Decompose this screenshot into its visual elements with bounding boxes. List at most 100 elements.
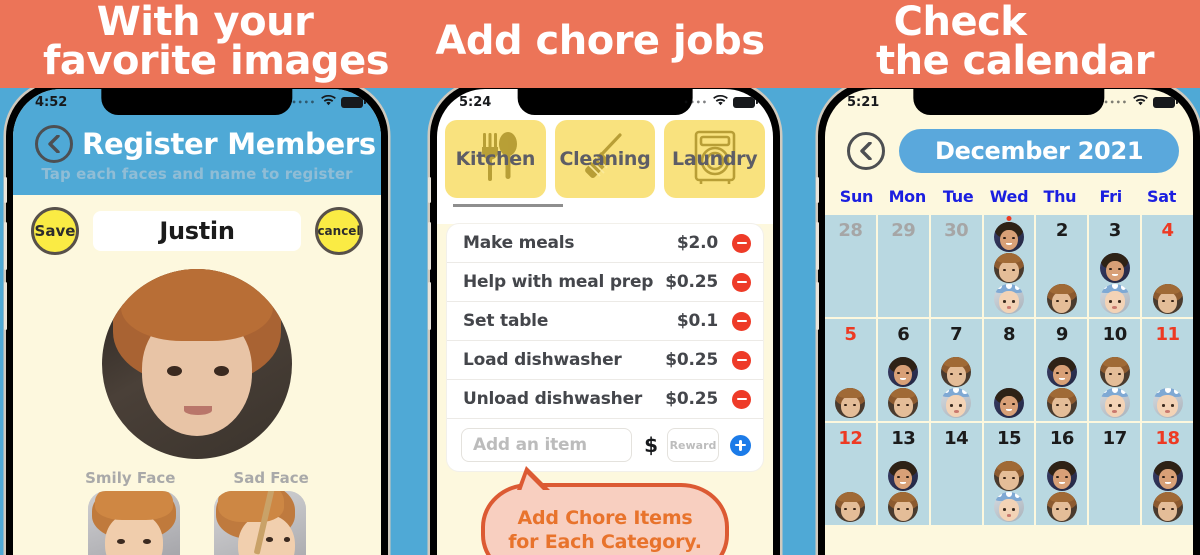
remove-chore-icon[interactable] xyxy=(732,350,751,370)
chore-row[interactable]: Unload dishwasher $0.25 xyxy=(447,380,763,419)
volume-down-button[interactable] xyxy=(4,282,7,330)
category-tab-kitchen[interactable]: Kitchen xyxy=(445,120,563,207)
cancel-button[interactable]: cancel xyxy=(315,207,363,255)
avatar-mom[interactable] xyxy=(993,222,1024,252)
volume-up-button-3[interactable] xyxy=(816,222,819,270)
day-avatars xyxy=(984,222,1035,314)
add-item-input[interactable]: Add an item xyxy=(461,428,633,462)
chore-row[interactable]: Help with meal prep $0.25 xyxy=(447,263,763,302)
chore-row[interactable]: Set table $0.1 xyxy=(447,302,763,341)
avatar-boy[interactable] xyxy=(835,492,866,522)
weekday-fri: Fri xyxy=(1099,187,1123,206)
calendar-day-cell[interactable]: 28 xyxy=(825,215,876,317)
thumbnail-smily-face[interactable] xyxy=(88,491,180,555)
day-avatars xyxy=(825,388,876,418)
avatar-boy[interactable] xyxy=(1152,284,1183,314)
status-time: 4:52 xyxy=(35,94,68,110)
category-label-kitchen: Kitchen xyxy=(455,148,536,170)
volume-up-button[interactable] xyxy=(4,222,7,270)
add-chore-button[interactable] xyxy=(730,434,751,456)
avatar-boy[interactable] xyxy=(1099,357,1130,387)
avatar-boy[interactable] xyxy=(941,357,972,387)
phone2-screen: 5:24 •••• Kitchen Cleaning Laundry Make … xyxy=(437,89,773,555)
avatar-baby[interactable] xyxy=(993,284,1024,314)
calendar-day-cell[interactable]: 29 xyxy=(877,215,929,317)
calendar-day-cell[interactable]: 8 xyxy=(983,319,1035,421)
calendar-day-cell[interactable]: 15 xyxy=(983,423,1035,525)
calendar-day-cell[interactable]: 1 xyxy=(983,215,1035,317)
calendar-day-cell[interactable]: 12 xyxy=(825,423,876,525)
phone-register-members: 4:52 •••• Register Members Tap each face… xyxy=(4,82,388,555)
avatar-boy[interactable] xyxy=(888,388,919,418)
day-avatars xyxy=(825,492,876,522)
avatar-baby[interactable] xyxy=(1152,388,1183,418)
mute-switch[interactable] xyxy=(4,177,7,203)
month-selector[interactable]: December 2021 xyxy=(899,129,1180,173)
chore-name: Make meals xyxy=(463,233,575,253)
remove-chore-icon[interactable] xyxy=(732,389,751,409)
day-avatars xyxy=(1089,253,1140,314)
volume-down-button-2[interactable] xyxy=(428,282,431,330)
avatar-boy[interactable] xyxy=(1046,492,1077,522)
avatar-baby[interactable] xyxy=(993,492,1024,522)
avatar-baby[interactable] xyxy=(1099,388,1130,418)
mute-switch-2[interactable] xyxy=(428,177,431,203)
calendar-day-cell[interactable]: 5 xyxy=(825,319,876,421)
chore-row[interactable]: Make meals $2.0 xyxy=(447,224,763,263)
avatar-boy[interactable] xyxy=(993,461,1024,491)
calendar-day-cell[interactable]: 4 xyxy=(1142,215,1193,317)
avatar-mom[interactable] xyxy=(993,388,1024,418)
avatar-mom[interactable] xyxy=(888,357,919,387)
avatar-boy[interactable] xyxy=(1152,492,1183,522)
avatar-boy[interactable] xyxy=(993,253,1024,283)
member-name-input[interactable]: Justin xyxy=(93,211,301,251)
selected-member-photo[interactable] xyxy=(102,269,292,459)
avatar-mom[interactable] xyxy=(1152,461,1183,491)
remove-chore-icon[interactable] xyxy=(732,311,751,331)
mute-switch-3[interactable] xyxy=(816,177,819,203)
volume-up-button-2[interactable] xyxy=(428,222,431,270)
reward-input[interactable]: Reward xyxy=(667,428,719,462)
category-tab-cleaning[interactable]: Cleaning xyxy=(554,120,656,198)
avatar-baby[interactable] xyxy=(941,388,972,418)
calendar-day-cell[interactable]: 10 xyxy=(1089,319,1141,421)
calendar-day-cell[interactable]: 30 xyxy=(930,215,982,317)
calendar-day-cell[interactable]: 11 xyxy=(1142,319,1193,421)
back-button[interactable] xyxy=(35,125,73,163)
remove-chore-icon[interactable] xyxy=(732,233,751,253)
calendar-day-cell[interactable]: 16 xyxy=(1036,423,1088,525)
calendar-day-cell[interactable]: 18 xyxy=(1142,423,1193,525)
avatar-boy[interactable] xyxy=(1046,284,1077,314)
phone3-screen: 5:21 •••• December 2021 Sun Mon Tue Wed xyxy=(825,89,1193,555)
chore-panel: Make meals $2.0 Help with meal prep $0.2… xyxy=(437,224,773,555)
avatar-boy[interactable] xyxy=(1046,388,1077,418)
remove-chore-icon[interactable] xyxy=(732,272,751,292)
dollar-sign-icon: $ xyxy=(644,433,658,457)
volume-down-button-3[interactable] xyxy=(816,282,819,330)
avatar-mom[interactable] xyxy=(1099,253,1130,283)
calendar-day-cell[interactable]: 3 xyxy=(1089,215,1141,317)
chore-name: Load dishwasher xyxy=(463,350,622,370)
calendar-back-button[interactable] xyxy=(847,132,885,170)
calendar-day-cell[interactable]: 17 xyxy=(1089,423,1141,525)
calendar-day-cell[interactable]: 9 xyxy=(1036,319,1088,421)
calendar-day-cell[interactable]: 14 xyxy=(930,423,982,525)
calendar-day-cell[interactable]: 6 xyxy=(877,319,929,421)
avatar-boy[interactable] xyxy=(888,492,919,522)
avatar-mom[interactable] xyxy=(1046,461,1077,491)
avatar-boy[interactable] xyxy=(835,388,866,418)
category-tab-laundry[interactable]: Laundry xyxy=(664,120,766,198)
calendar-day-cell[interactable]: 7 xyxy=(930,319,982,421)
thumbnail-sad-face[interactable] xyxy=(214,491,306,555)
weekday-wed: Wed xyxy=(989,187,1029,206)
save-button[interactable]: Save xyxy=(31,207,79,255)
day-number: 5 xyxy=(844,324,857,345)
calendar-week-row: 12 13 14 15 16 17 18 xyxy=(825,423,1193,525)
avatar-mom[interactable] xyxy=(1046,357,1077,387)
avatar-baby[interactable] xyxy=(1099,284,1130,314)
calendar-day-cell[interactable]: 2 xyxy=(1036,215,1088,317)
calendar-day-cell[interactable]: 13 xyxy=(877,423,929,525)
chore-row[interactable]: Load dishwasher $0.25 xyxy=(447,341,763,380)
avatar-mom[interactable] xyxy=(888,461,919,491)
phone1-header: 4:52 •••• Register Members Tap each face… xyxy=(13,89,381,195)
